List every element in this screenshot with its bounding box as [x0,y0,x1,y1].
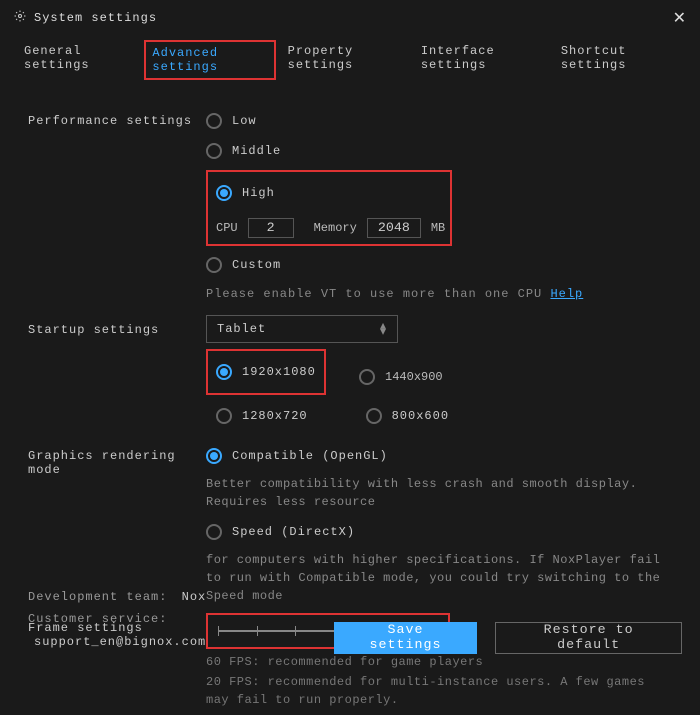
res-1440-label: 1440x900 [385,370,443,384]
tab-advanced[interactable]: Advanced settings [144,40,275,80]
radio-res-1440[interactable] [359,369,375,385]
radio-middle-label: Middle [232,144,281,158]
memory-input[interactable] [367,218,421,238]
titlebar: System settings ✕ [0,0,700,32]
vt-hint: Please enable VT to use more than one CP… [206,287,542,301]
radio-compatible[interactable] [206,448,222,464]
footer: Development team: Nox Customer service: … [0,576,700,668]
tab-interface[interactable]: Interface settings [415,40,549,80]
compatible-desc: Better compatibility with less crash and… [206,475,666,511]
frame-hint-20: 20 FPS: recommended for multi-instance u… [206,673,666,709]
save-button[interactable]: Save settings [334,622,477,654]
customer-service-label: Customer service: [28,612,167,626]
close-icon[interactable]: ✕ [673,8,686,28]
compatible-label: Compatible (OpenGL) [232,449,388,463]
tab-general[interactable]: General settings [18,40,138,80]
speed-label: Speed (DirectX) [232,525,355,539]
memory-label: Memory [314,221,357,235]
radio-low-label: Low [232,114,257,128]
tabs: General settings Advanced settings Prope… [0,32,700,88]
radio-low[interactable] [206,113,222,129]
customer-service-value: support_en@bignox.com [34,635,206,649]
radio-speed[interactable] [206,524,222,540]
radio-middle[interactable] [206,143,222,159]
radio-custom[interactable] [206,257,222,273]
radio-high-label: High [242,186,275,200]
res-1280-label: 1280x720 [242,409,308,423]
help-link[interactable]: Help [550,287,583,301]
startup-select-value: Tablet [217,322,266,336]
res-800-label: 800x600 [392,409,449,423]
memory-unit: MB [431,221,445,235]
gear-icon [14,10,26,26]
radio-res-1920[interactable] [216,364,232,380]
window-title: System settings [34,11,157,25]
radio-res-800[interactable] [366,408,382,424]
cpu-label: CPU [216,221,238,235]
tab-property[interactable]: Property settings [282,40,409,80]
radio-high[interactable] [216,185,232,201]
high-preset-box: High CPU Memory MB [206,170,452,246]
radio-res-1280[interactable] [216,408,232,424]
dev-team-value: Nox [182,590,207,604]
radio-custom-label: Custom [232,258,281,272]
startup-label: Startup settings [28,315,206,431]
dev-team-label: Development team: [28,590,167,604]
chevron-updown-icon: ▴▾ [380,323,387,335]
restore-button[interactable]: Restore to default [495,622,682,654]
res-1920-label: 1920x1080 [242,365,316,379]
resolution-highlight: 1920x1080 [206,349,326,395]
cpu-input[interactable] [248,218,294,238]
tab-shortcut[interactable]: Shortcut settings [555,40,682,80]
startup-select[interactable]: Tablet ▴▾ [206,315,398,343]
performance-label: Performance settings [28,106,206,313]
